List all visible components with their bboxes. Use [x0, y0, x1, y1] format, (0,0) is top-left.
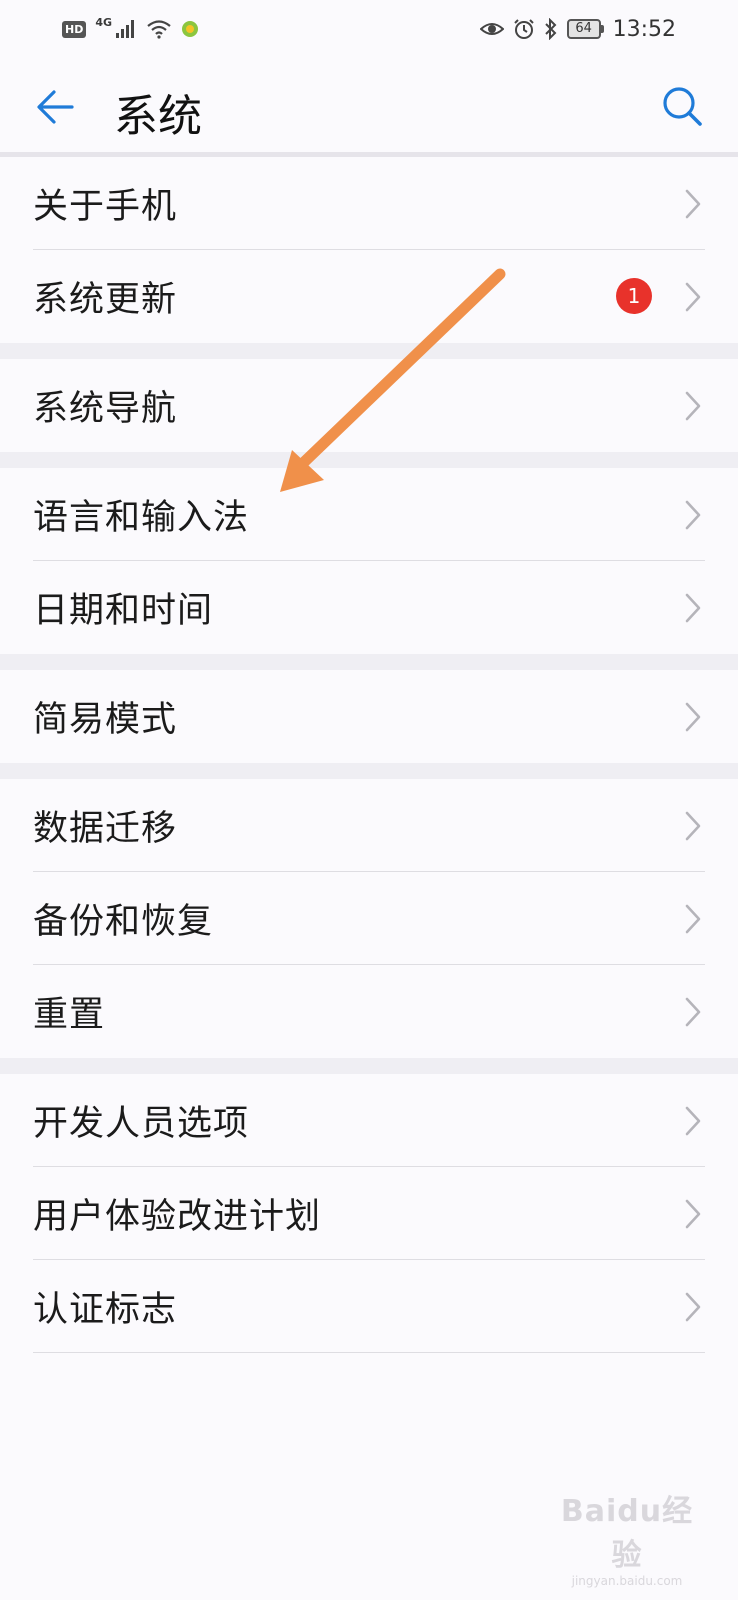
app-notification-icon: [182, 21, 199, 37]
network-type-label: 4G: [95, 15, 113, 29]
eye-comfort-icon: [479, 23, 504, 35]
settings-row[interactable]: 系统导航: [0, 359, 738, 452]
hd-icon: HD: [62, 20, 87, 38]
group-separator: [0, 1058, 738, 1074]
watermark-brand: Baidu经验: [560, 1494, 694, 1573]
settings-row[interactable]: 简易模式: [0, 670, 738, 763]
settings-list: 关于手机系统更新 1 系统导航语言和输入法 日期和时间简易模式数据迁移备份和恢复重置开…: [0, 157, 738, 1353]
settings-row-label: 数据迁移: [33, 809, 178, 849]
settings-row-label: 重置: [33, 995, 106, 1035]
app-header: 系统: [0, 58, 738, 154]
watermark-url: jingyan.baidu.com: [571, 1574, 683, 1588]
status-right: 64 13:52: [479, 16, 676, 42]
settings-row-label: 系统导航: [33, 389, 178, 429]
settings-row-label: 认证标志: [33, 1290, 178, 1330]
signal-icon: [116, 20, 135, 38]
group-separator: [0, 763, 738, 779]
settings-row-label: 简易模式: [33, 700, 178, 740]
search-icon[interactable]: [660, 84, 704, 128]
settings-row-label: 用户体验改进计划: [33, 1197, 322, 1237]
settings-row[interactable]: 重置: [0, 965, 738, 1058]
group-separator: [0, 654, 738, 670]
settings-row-label: 备份和恢复: [33, 902, 214, 942]
settings-row-label: 系统更新: [33, 280, 178, 320]
bluetooth-icon: [544, 18, 557, 40]
settings-row[interactable]: 认证标志: [0, 1260, 738, 1353]
wifi-icon: [147, 20, 171, 39]
battery-level: 64: [566, 19, 601, 39]
battery-icon: 64: [566, 19, 604, 39]
chevron-right-icon: [684, 188, 702, 220]
settings-row[interactable]: 日期和时间: [0, 561, 738, 654]
row-divider: [33, 1352, 705, 1353]
page-title: 系统: [114, 91, 202, 142]
status-bar: HD 4G 64 13:52: [0, 0, 738, 58]
chevron-right-icon: [684, 810, 702, 842]
update-badge: 1: [616, 278, 652, 314]
watermark: Baidu经验 jingyan.baidu.com: [552, 1486, 702, 1588]
settings-row-label: 日期和时间: [33, 591, 214, 631]
settings-row[interactable]: 开发人员选项: [0, 1074, 738, 1167]
settings-row[interactable]: 系统更新 1: [0, 250, 738, 343]
chevron-right-icon: [684, 701, 702, 733]
status-time: 13:52: [612, 16, 676, 42]
back-arrow-icon[interactable]: [34, 86, 76, 128]
chevron-right-icon: [684, 996, 702, 1028]
group-separator: [0, 452, 738, 468]
chevron-right-icon: [684, 1105, 702, 1137]
group-separator: [0, 343, 738, 359]
settings-row[interactable]: 数据迁移: [0, 779, 738, 872]
chevron-right-icon: [684, 903, 702, 935]
alarm-icon: [513, 19, 534, 39]
chevron-right-icon: [684, 1291, 702, 1323]
settings-row[interactable]: 用户体验改进计划: [0, 1167, 738, 1260]
settings-row-label: 关于手机: [33, 187, 178, 227]
status-left: HD 4G: [62, 15, 199, 39]
settings-row[interactable]: 关于手机: [0, 157, 738, 250]
chevron-right-icon: [684, 499, 702, 531]
settings-row[interactable]: 语言和输入法: [0, 468, 738, 561]
chevron-right-icon: [684, 390, 702, 422]
chevron-right-icon: [684, 281, 702, 313]
settings-row-label: 语言和输入法: [33, 498, 250, 538]
chevron-right-icon: [684, 592, 702, 624]
chevron-right-icon: [684, 1198, 702, 1230]
settings-row-label: 开发人员选项: [33, 1104, 250, 1144]
settings-row[interactable]: 备份和恢复: [0, 872, 738, 965]
